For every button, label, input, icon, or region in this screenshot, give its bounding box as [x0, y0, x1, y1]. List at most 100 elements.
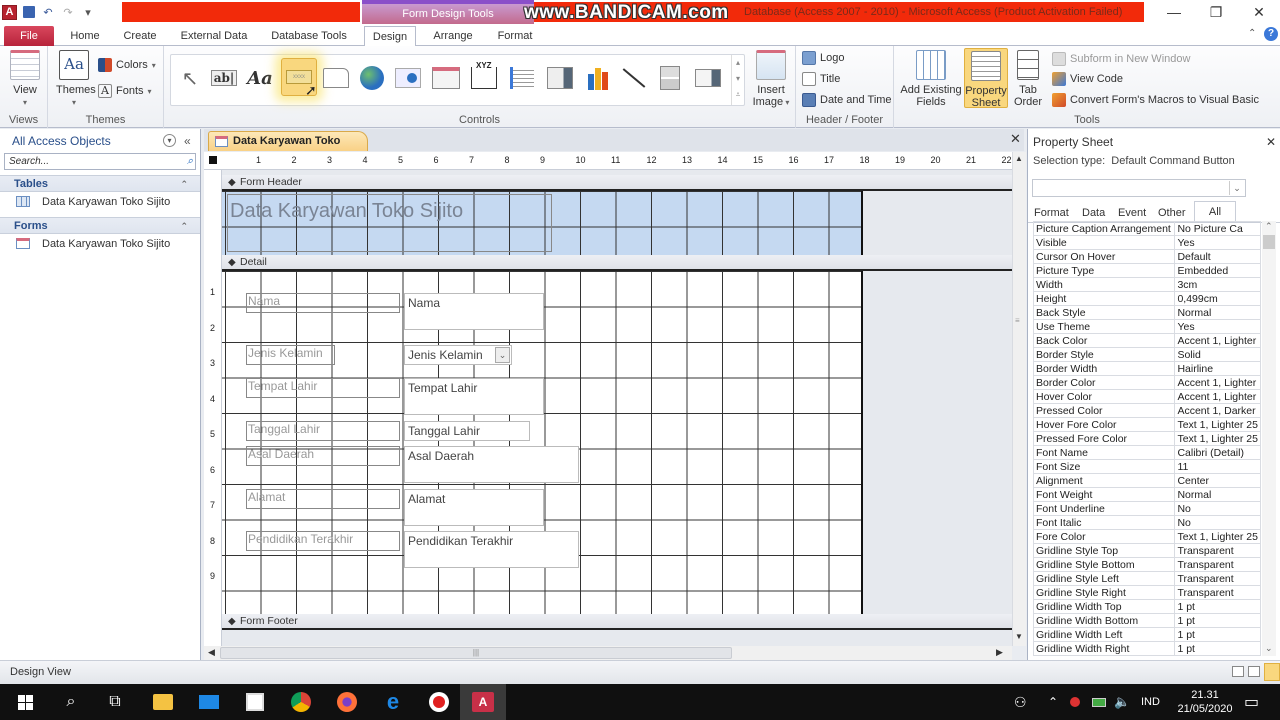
navigation-control-icon[interactable]	[431, 63, 461, 93]
minimize-icon[interactable]: —	[1155, 0, 1193, 24]
property-value[interactable]: Accent 1, Lighter	[1174, 333, 1261, 348]
property-row[interactable]: Picture Caption Arrangement No Picture Ca	[1032, 221, 1261, 236]
redo-icon[interactable]: ↷	[61, 5, 75, 19]
detail-section[interactable]: Nama Nama Jenis Kelamin Jenis Kelamin ⌄ T…	[222, 271, 863, 614]
scroll-down-icon[interactable]: ▼	[1015, 632, 1023, 641]
nav-group-tables[interactable]: Tables ⌃	[0, 175, 200, 192]
scroll-up-icon[interactable]: ▲	[1015, 154, 1023, 163]
field-label[interactable]: Alamat	[246, 489, 400, 509]
chevron-down-icon[interactable]: ⌄	[495, 347, 510, 363]
property-row[interactable]: Back Style Normal	[1032, 305, 1261, 320]
property-value[interactable]: 1 pt	[1174, 627, 1261, 642]
tab-other[interactable]: Other	[1154, 203, 1190, 223]
scroll-thumb[interactable]: ≡	[1015, 316, 1020, 325]
field-label[interactable]: Tempat Lahir	[246, 378, 400, 398]
clock[interactable]: 21.31 21/05/2020	[1176, 684, 1234, 720]
nav-item-form[interactable]: Data Karyawan Toko Sijito	[0, 234, 200, 254]
language-indicator[interactable]: IND	[1141, 684, 1160, 720]
document-tab[interactable]: Data Karyawan Toko Sijito	[208, 131, 368, 165]
list-box-icon[interactable]	[693, 63, 723, 93]
property-row[interactable]: Gridline Width Left 1 pt	[1032, 627, 1261, 642]
bandicam-icon[interactable]	[416, 684, 462, 720]
nav-menu-dropdown-icon[interactable]: ▾	[163, 134, 176, 147]
property-row[interactable]: Gridline Width Right 1 pt	[1032, 641, 1261, 656]
property-value[interactable]: Solid	[1174, 347, 1261, 362]
network-icon[interactable]	[1070, 684, 1080, 720]
customize-qat-icon[interactable]: ▾	[81, 5, 95, 19]
help-icon[interactable]: ?	[1264, 27, 1278, 41]
collapse-icon[interactable]: ⌃	[180, 218, 188, 235]
nav-pane-header[interactable]: All Access Objects ▾ «	[0, 129, 200, 153]
scroll-up-icon[interactable]: ⌃	[1265, 221, 1273, 232]
people-icon[interactable]: ⚇	[1014, 684, 1027, 720]
property-value[interactable]: 1 pt	[1174, 641, 1261, 656]
battery-icon[interactable]	[1092, 684, 1106, 720]
detail-bar[interactable]: ◆ Detail	[222, 255, 1012, 271]
property-row[interactable]: Hover Fore Color Text 1, Lighter 25	[1032, 417, 1261, 432]
task-view-icon[interactable]: ⧉	[92, 684, 138, 720]
property-scrollbar[interactable]: ⌃ ⌄	[1262, 221, 1276, 656]
property-row[interactable]: Font Underline No	[1032, 501, 1261, 516]
property-row[interactable]: Font Name Calibri (Detail)	[1032, 445, 1261, 460]
property-row[interactable]: Font Size 11	[1032, 459, 1261, 474]
property-value[interactable]: Transparent	[1174, 557, 1261, 572]
horizontal-scrollbar[interactable]: ◀ ||| ▶	[204, 646, 1012, 660]
form-header-bar[interactable]: ◆ Form Header	[222, 175, 1012, 191]
label-icon[interactable]: Aa	[245, 63, 275, 93]
property-row[interactable]: Gridline Style Top Transparent	[1032, 543, 1261, 558]
property-value[interactable]: Transparent	[1174, 585, 1261, 600]
tab-create[interactable]: Create	[116, 26, 164, 46]
property-value[interactable]: 11	[1174, 459, 1261, 474]
nav-group-forms[interactable]: Forms ⌃	[0, 217, 200, 234]
convert-macros-button[interactable]: Convert Form's Macros to Visual Basic	[1052, 93, 1259, 107]
property-row[interactable]: Font Italic No	[1032, 515, 1261, 530]
tab-home[interactable]: Home	[62, 26, 108, 46]
combo-box-icon[interactable]	[545, 63, 575, 93]
form-footer-bar[interactable]: ◆ Form Footer	[222, 614, 1012, 630]
nav-item-table[interactable]: Data Karyawan Toko Sijito	[0, 192, 200, 212]
property-value[interactable]: Transparent	[1174, 571, 1261, 586]
restore-icon[interactable]: ❐	[1197, 0, 1235, 24]
tab-external-data[interactable]: External Data	[172, 26, 256, 46]
tab-arrange[interactable]: Arrange	[424, 26, 482, 46]
object-selector-dropdown[interactable]: ⌄	[1032, 179, 1246, 197]
search-icon[interactable]: ⌕	[48, 684, 94, 720]
chart-icon[interactable]	[583, 63, 613, 93]
firefox-icon[interactable]	[324, 684, 370, 720]
property-row[interactable]: Fore Color Text 1, Lighter 25	[1032, 529, 1261, 544]
page-break-icon[interactable]	[507, 63, 537, 93]
property-value[interactable]: Normal	[1174, 487, 1261, 502]
toggle-button-icon[interactable]	[655, 63, 685, 93]
scroll-down-icon[interactable]: ⌄	[1265, 643, 1273, 654]
field-label[interactable]: Asal Daerah	[246, 446, 400, 466]
property-value[interactable]: 3cm	[1174, 277, 1261, 292]
save-icon[interactable]	[23, 6, 35, 18]
property-row[interactable]: Gridline Style Bottom Transparent	[1032, 557, 1261, 572]
property-value[interactable]: 1 pt	[1174, 613, 1261, 628]
fonts-button[interactable]: A Fonts ▾	[98, 84, 152, 98]
property-row[interactable]: Cursor On Hover Default	[1032, 249, 1261, 264]
property-row[interactable]: Border Color Accent 1, Lighter	[1032, 375, 1261, 390]
property-value[interactable]: Accent 1, Lighter	[1174, 375, 1261, 390]
property-value[interactable]: No	[1174, 515, 1261, 530]
property-row[interactable]: Picture Type Embedded	[1032, 263, 1261, 278]
property-row[interactable]: Hover Color Accent 1, Lighter	[1032, 389, 1261, 404]
tab-file[interactable]: File	[4, 26, 54, 46]
field-combobox[interactable]: Jenis Kelamin ⌄	[404, 345, 512, 365]
property-value[interactable]: Center	[1174, 473, 1261, 488]
nav-search-input[interactable]: Search... ⌕	[4, 153, 196, 170]
title-button[interactable]: Title	[802, 72, 840, 86]
property-value[interactable]: Text 1, Lighter 25	[1174, 529, 1261, 544]
vertical-scrollbar[interactable]: ▲ ≡ ▼	[1012, 152, 1026, 646]
property-row[interactable]: Visible Yes	[1032, 235, 1261, 250]
property-row[interactable]: Border Width Hairline	[1032, 361, 1261, 376]
property-row[interactable]: Width 3cm	[1032, 277, 1261, 292]
collapse-icon[interactable]: ⌃	[180, 176, 188, 193]
field-label[interactable]: Nama	[246, 293, 400, 313]
logo-button[interactable]: Logo	[802, 51, 844, 65]
access-taskbar-icon[interactable]: A	[460, 684, 506, 720]
field-label[interactable]: Tanggal Lahir	[246, 421, 400, 441]
property-value[interactable]: Hairline	[1174, 361, 1261, 376]
hyperlink-icon[interactable]	[357, 63, 387, 93]
property-value[interactable]: Embedded	[1174, 263, 1261, 278]
